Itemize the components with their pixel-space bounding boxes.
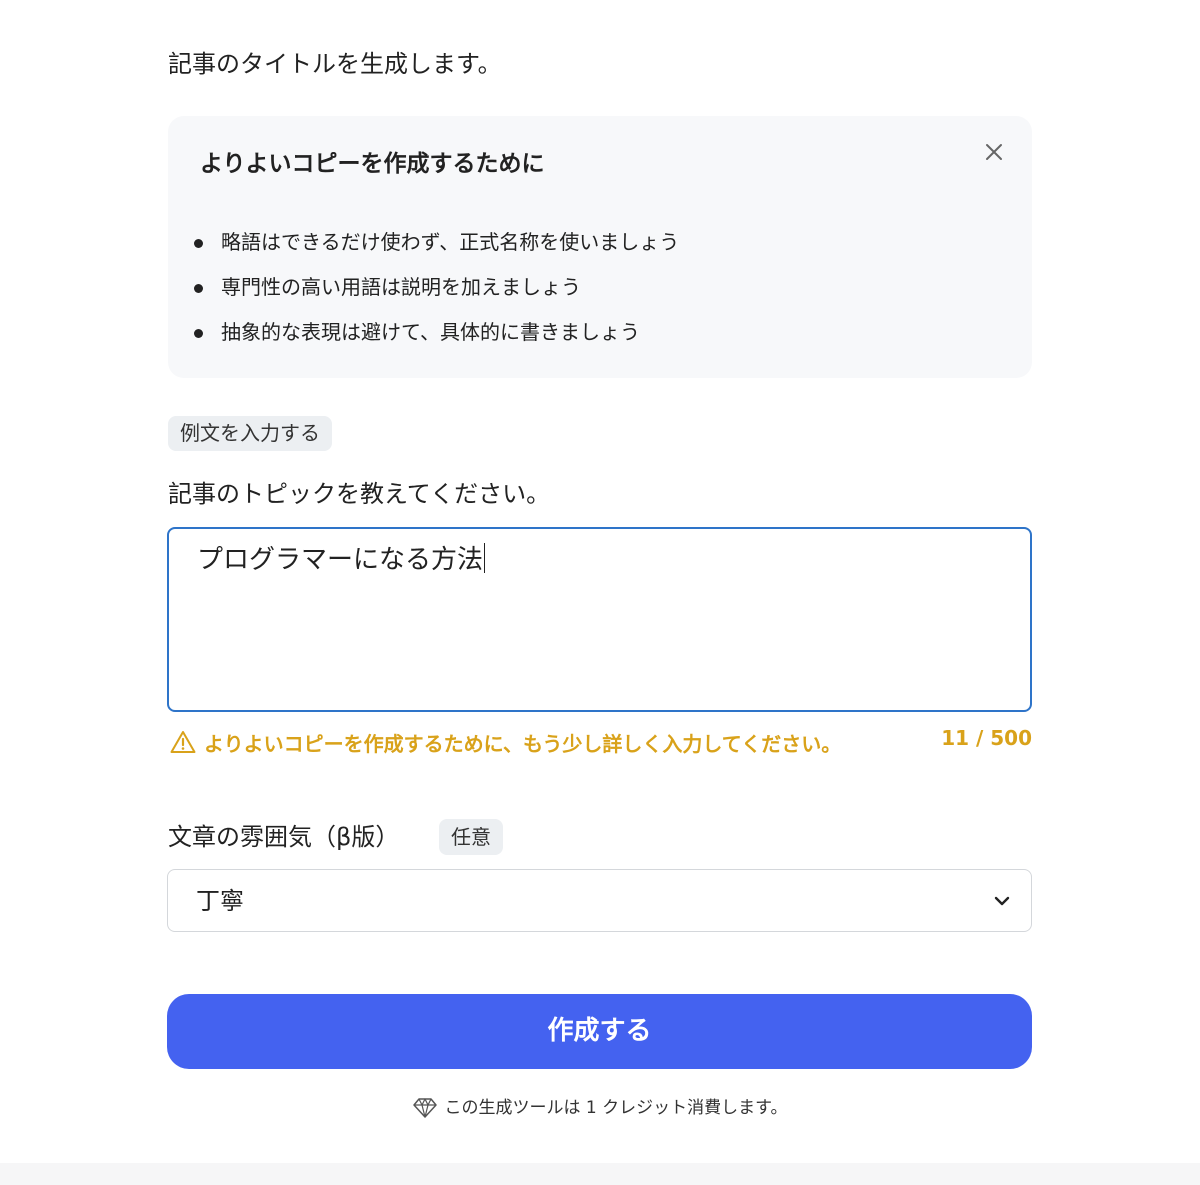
topic-warning: よりよいコピーを作成するために、もう少し詳しく入力してください。 [170,726,841,758]
generator-page: 記事のタイトルを生成します。 よりよいコピーを作成するために 略語はできるだけ使… [0,0,1200,1185]
credit-note: この生成ツールは 1 クレジット消費します。 [400,1094,800,1122]
credit-note-text: この生成ツールは 1 クレジット消費します。 [444,1098,788,1118]
insert-example-button[interactable]: 例文を入力する [168,416,332,451]
tone-selected-value: 丁寧 [196,887,244,915]
diamond-icon [412,1098,437,1118]
tips-item: 専門性の高い用語は説明を加えましょう [192,265,679,310]
text-caret [484,543,486,573]
warning-text: よりよいコピーを作成するために、もう少し詳しく入力してください。 [204,731,842,756]
tips-panel: よりよいコピーを作成するために 略語はできるだけ使わず、正式名称を使いましょう … [168,116,1032,378]
submit-button[interactable]: 作成する [167,994,1032,1069]
optional-badge: 任意 [439,819,503,855]
warning-triangle-icon [170,731,196,753]
chevron-down-icon [994,896,1010,906]
tips-list: 略語はできるだけ使わず、正式名称を使いましょう 専門性の高い用語は説明を加えまし… [192,220,679,355]
tone-select[interactable]: 丁寧 [167,869,1032,932]
topic-label: 記事のトピックを教えてください。 [168,480,551,508]
topic-text-wrapper: プログラマーになる方法 [197,541,486,579]
tips-item: 略語はできるだけ使わず、正式名称を使いましょう [192,220,679,265]
tips-title: よりよいコピーを作成するために [200,151,545,177]
tips-item: 抽象的な表現は避けて、具体的に書きましょう [192,310,679,355]
close-icon[interactable] [980,138,1008,166]
topic-value: プログラマーになる方法 [197,545,484,575]
page-description: 記事のタイトルを生成します。 [168,50,502,78]
bottom-strip [0,1163,1200,1185]
tone-label: 文章の雰囲気（β版） [168,823,400,851]
character-counter: 11 / 500 [941,726,1032,750]
topic-textarea[interactable]: プログラマーになる方法 [167,527,1032,712]
